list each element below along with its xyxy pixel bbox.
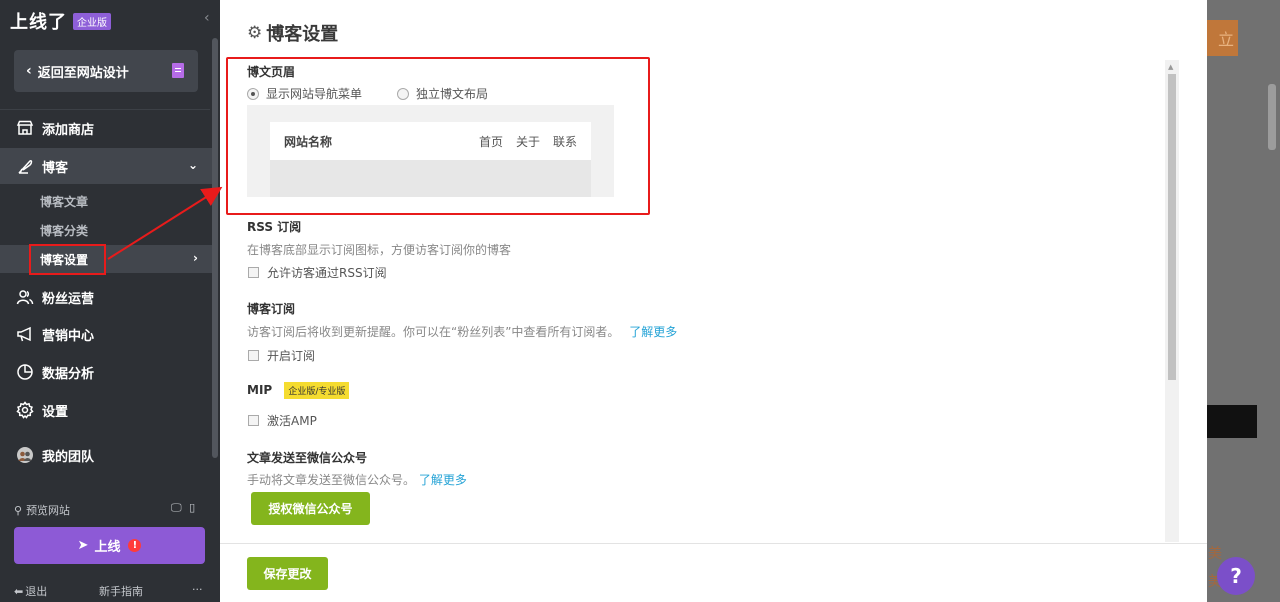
pie-chart-icon (16, 363, 34, 381)
sidebar: 上线了 企业版 ‹ ‹ 返回至网站设计 添加商店 博客 ⌄ 博客文章 博客分类 … (0, 0, 220, 602)
help-button[interactable]: ? (1217, 557, 1255, 595)
wechat-desc-text: 手动将文章发送至微信公众号。 (247, 473, 416, 487)
modal-header: ⚙ 博客设置 (247, 20, 338, 46)
subscribe-title: 博客订阅 (247, 302, 296, 316)
checkbox[interactable] (248, 267, 259, 278)
scrollbar-thumb[interactable] (1168, 74, 1176, 380)
guide-link[interactable]: 新手指南 (99, 583, 143, 599)
team-icon (16, 446, 34, 464)
page-title: 博客设置 (266, 24, 339, 45)
learn-more-link[interactable]: 了解更多 (419, 473, 467, 487)
mip-title-text: MIP (247, 383, 273, 397)
sidebar-subitem-label: 博客文章 (40, 194, 89, 209)
save-changes-button[interactable]: 保存更改 (247, 557, 328, 590)
sidebar-item-marketing[interactable]: 营销中心 (0, 316, 212, 352)
send-icon: ➤ (77, 538, 89, 553)
rss-checkbox[interactable]: 允许访客通过RSS订阅 (248, 264, 387, 281)
scroll-up-icon[interactable]: ▲ (1168, 63, 1173, 71)
backdrop-dark-block (1207, 405, 1257, 438)
exit-link[interactable]: ⬅ 退出 (14, 583, 47, 599)
sidebar-scrollbar[interactable] (212, 38, 218, 458)
sidebar-item-analytics[interactable]: 数据分析 (0, 354, 212, 390)
subscribe-checkbox[interactable]: 开启订阅 (248, 347, 315, 364)
sidebar-item-blog[interactable]: 博客 ⌄ (0, 148, 212, 184)
sidebar-item-label: 数据分析 (42, 366, 95, 382)
mobile-icon[interactable]: ▯ (189, 501, 195, 514)
edition-badge: 企业版 (73, 12, 111, 30)
chevron-down-icon: ⌄ (187, 158, 198, 172)
brand[interactable]: 上线了 企业版 (10, 8, 111, 34)
subscribe-description: 访客订阅后将收到更新提醒。你可以在“粉丝列表”中查看所有订阅者。 了解更多 (247, 323, 677, 340)
amp-checkbox[interactable]: 激活AMP (248, 412, 317, 429)
checkbox-label: 允许访客通过RSS订阅 (267, 266, 387, 280)
gear-icon (16, 401, 34, 419)
collapse-sidebar-icon[interactable]: ‹ (204, 10, 210, 26)
warning-icon: ! (128, 539, 142, 552)
sidebar-subitem-blog-categories[interactable]: 博客分类 (0, 216, 212, 244)
megaphone-icon (16, 325, 34, 343)
wechat-description: 手动将文章发送至微信公众号。 了解更多 (247, 471, 467, 488)
wechat-title: 文章发送至微信公众号 (247, 451, 368, 465)
rss-title: RSS 订阅 (247, 220, 302, 234)
sidebar-item-label: 设置 (42, 404, 69, 420)
exit-label: 退出 (25, 585, 48, 598)
sidebar-item-label: 添加商店 (42, 122, 95, 138)
preview-site-link[interactable]: ⚲ 预览网站 (14, 502, 70, 518)
publish-button[interactable]: ➤ 上线 ! (14, 527, 205, 564)
sidebar-item-add-store[interactable]: 添加商店 (0, 110, 212, 146)
sidebar-item-label: 我的团队 (42, 449, 95, 465)
desktop-icon[interactable]: 🖵 (171, 501, 182, 514)
sidebar-item-label: 博客 (42, 160, 69, 176)
checkbox[interactable] (248, 415, 259, 426)
modal-scrollbar[interactable]: ▲ (1165, 60, 1179, 542)
mip-title: MIP 企业版/专业版 (247, 382, 350, 399)
publish-label: 上线 (94, 540, 121, 555)
users-icon (16, 288, 34, 306)
page-scrollbar[interactable] (1268, 84, 1276, 150)
back-button-label: 返回至网站设计 (37, 65, 129, 81)
more-icon[interactable]: ··· (192, 583, 203, 596)
plan-badge: 企业版/专业版 (284, 382, 350, 399)
annotation-highlight-box (29, 244, 106, 275)
search-icon: ⚲ (14, 503, 23, 517)
sidebar-item-team[interactable]: 我的团队 (0, 437, 212, 473)
page-icon (172, 63, 184, 78)
authorize-wechat-button[interactable]: 授权微信公众号 (251, 492, 370, 525)
feather-icon (16, 157, 34, 175)
preview-site-label: 预览网站 (26, 504, 71, 517)
learn-more-link[interactable]: 了解更多 (629, 325, 677, 339)
checkbox-label: 开启订阅 (267, 349, 316, 363)
sidebar-item-label: 粉丝运营 (42, 291, 95, 307)
checkbox[interactable] (248, 350, 259, 361)
chevron-left-icon: ‹ (26, 63, 32, 79)
device-toggle[interactable]: 🖵 ▯ (171, 501, 195, 515)
footer-divider (220, 543, 1207, 544)
sidebar-item-settings[interactable]: 设置 (0, 392, 212, 428)
sidebar-footer: ⬅ 退出 新手指南 ··· (0, 580, 220, 602)
sidebar-subitem-label: 博客分类 (40, 223, 89, 238)
brand-logo: 上线了 (10, 12, 67, 33)
rss-description: 在博客底部显示订阅图标，方便访客订阅你的博客 (247, 243, 512, 257)
subscribe-desc-text: 访客订阅后将收到更新提醒。你可以在“粉丝列表”中查看所有订阅者。 (247, 325, 620, 339)
backdrop-text: 美 (1208, 546, 1222, 562)
chevron-right-icon: › (193, 251, 198, 265)
sidebar-item-label: 营销中心 (42, 328, 95, 344)
sidebar-subitem-blog-posts[interactable]: 博客文章 (0, 187, 212, 215)
checkbox-label: 激活AMP (267, 414, 317, 428)
gear-icon: ⚙ (247, 23, 263, 43)
annotation-highlight-frame (226, 57, 650, 215)
back-to-site-design-button[interactable]: ‹ 返回至网站设计 (14, 50, 198, 92)
store-icon (16, 119, 34, 137)
sidebar-item-fans[interactable]: 粉丝运营 (0, 279, 212, 315)
